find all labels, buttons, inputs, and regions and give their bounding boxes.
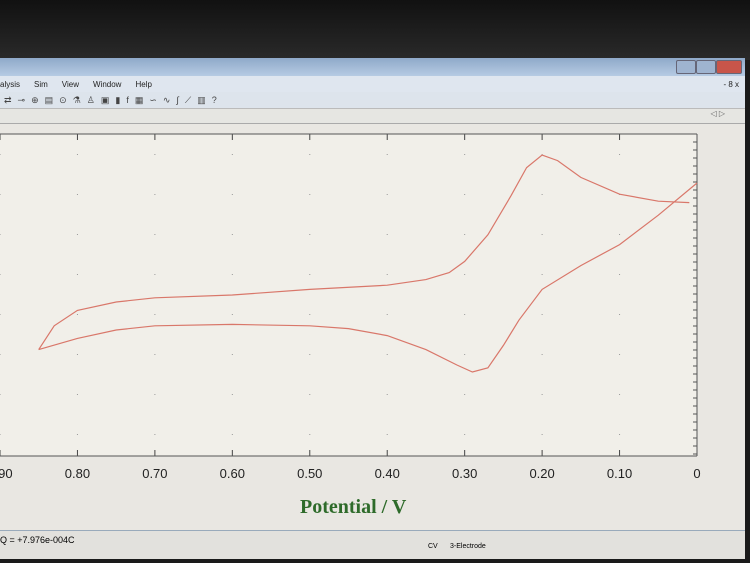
color-bars-icon[interactable]: ▮ — [115, 95, 120, 106]
font-icon[interactable]: f — [126, 95, 129, 105]
menu-help[interactable]: Help — [135, 80, 151, 89]
status-bar: Q = +7.976e-004C CV 3-Electrode — [0, 530, 745, 559]
x-tick-label: 0.40 — [375, 466, 400, 481]
x-tick-label: 0 — [693, 466, 700, 481]
x-tick-label: 0.90 — [0, 466, 13, 481]
zoom-icon[interactable]: ⊙ — [59, 95, 67, 106]
minimize-button[interactable] — [676, 60, 696, 74]
swap-icon[interactable]: ⇄ — [4, 95, 12, 106]
toolbar: ⇄ ⊸ ⊕ ▤ ⊙ ⚗ ♙ ▣ ▮ f ▦ ∽ ∿ ∫ ⟋ ▥? — [0, 92, 745, 109]
electrode-icon[interactable]: ♙ — [87, 95, 95, 106]
menu-bar: alysis Sim View Window Help - 8 x — [0, 76, 745, 92]
integrate-icon[interactable]: ∫ — [176, 95, 178, 105]
close-button[interactable] — [716, 60, 742, 74]
clipboard-icon[interactable]: ▦ — [135, 95, 144, 106]
menu-sim[interactable]: Sim — [34, 80, 48, 89]
menu-window[interactable]: Window — [93, 80, 121, 89]
x-tick-label: 0.70 — [142, 466, 167, 481]
cells-icon[interactable]: ▣ — [101, 95, 110, 106]
monitor-bezel — [0, 0, 750, 60]
x-tick-label: 0.80 — [65, 466, 90, 481]
x-axis-label: Potential / V — [300, 496, 407, 518]
x-tick-label: 0.10 — [607, 466, 632, 481]
x-tick-label: 0.20 — [529, 466, 554, 481]
smooth-icon[interactable]: ∽ — [149, 95, 157, 106]
menu-view[interactable]: View — [62, 80, 79, 89]
pen-icon[interactable]: ⟋ — [185, 95, 191, 106]
probe-icon[interactable]: ⊸ — [18, 95, 26, 106]
flask-icon[interactable]: ⚗ — [73, 95, 81, 106]
help-pointer-icon[interactable]: ? — [212, 95, 217, 105]
target-icon[interactable]: ⊕ — [31, 95, 39, 106]
app-window: alysis Sim View Window Help - 8 x ⇄ ⊸ ⊕ ▤ ⊙ ⚗… — [0, 58, 745, 559]
title-bar — [0, 58, 745, 76]
x-tick-label: 0.60 — [220, 466, 245, 481]
graph-icon[interactable]: ▤ — [45, 95, 54, 106]
doc-window-controls[interactable]: - 8 x — [723, 80, 739, 89]
table-icon[interactable]: ▥ — [197, 95, 206, 106]
menu-analysis[interactable]: alysis — [0, 80, 20, 89]
maximize-button[interactable] — [696, 60, 716, 74]
x-tick-label: 0.30 — [452, 466, 477, 481]
x-tick-label: 0.50 — [297, 466, 322, 481]
wave-icon[interactable]: ∿ — [163, 95, 171, 106]
charge-readout: Q = +7.976e-004C — [0, 535, 75, 545]
electrode-label: 3-Electrode — [450, 543, 486, 550]
cv-plot: 0.90 0.80 0.70 0.60 0.50 0.40 0.30 0.20 0.10 0 — [0, 133, 701, 481]
mode-label: CV — [428, 543, 438, 550]
